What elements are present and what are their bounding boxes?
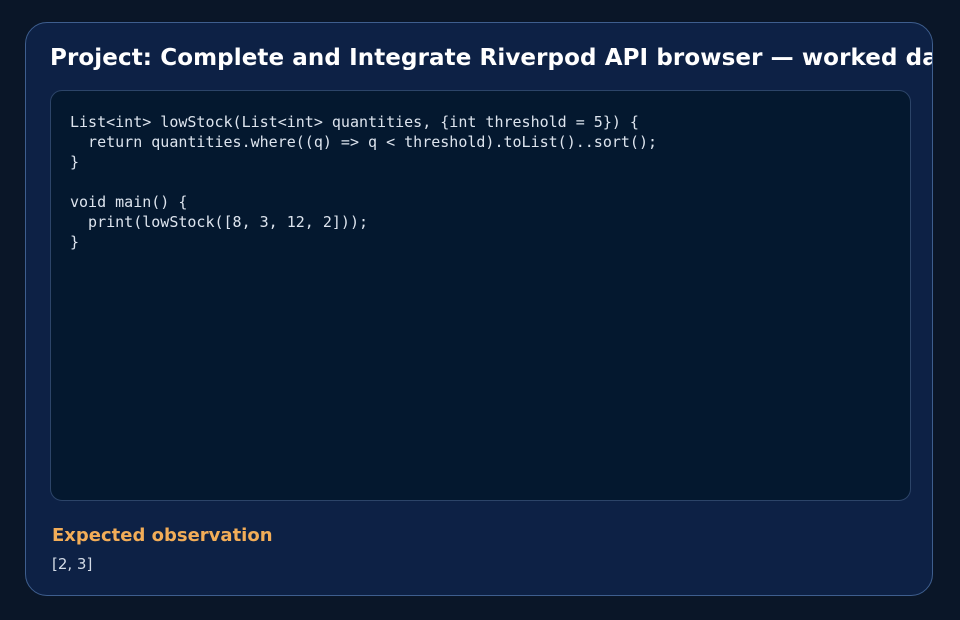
- page-title: Project: Complete and Integrate Riverpod…: [50, 45, 933, 71]
- expected-observation-heading: Expected observation: [52, 525, 273, 546]
- code-line: print(lowStock([8, 3, 12, 2]));: [70, 213, 369, 231]
- expected-observation-value: [2, 3]: [52, 555, 93, 573]
- code-block: List<int> lowStock(List<int> quantities,…: [50, 90, 911, 501]
- code-line: }: [70, 233, 80, 251]
- code-line: }: [70, 153, 80, 171]
- code-line: void main() {: [70, 193, 188, 211]
- lesson-card: Project: Complete and Integrate Riverpod…: [25, 22, 933, 596]
- code-line: return quantities.where((q) => q < thres…: [70, 133, 657, 151]
- code-line: List<int> lowStock(List<int> quantities,…: [70, 113, 639, 131]
